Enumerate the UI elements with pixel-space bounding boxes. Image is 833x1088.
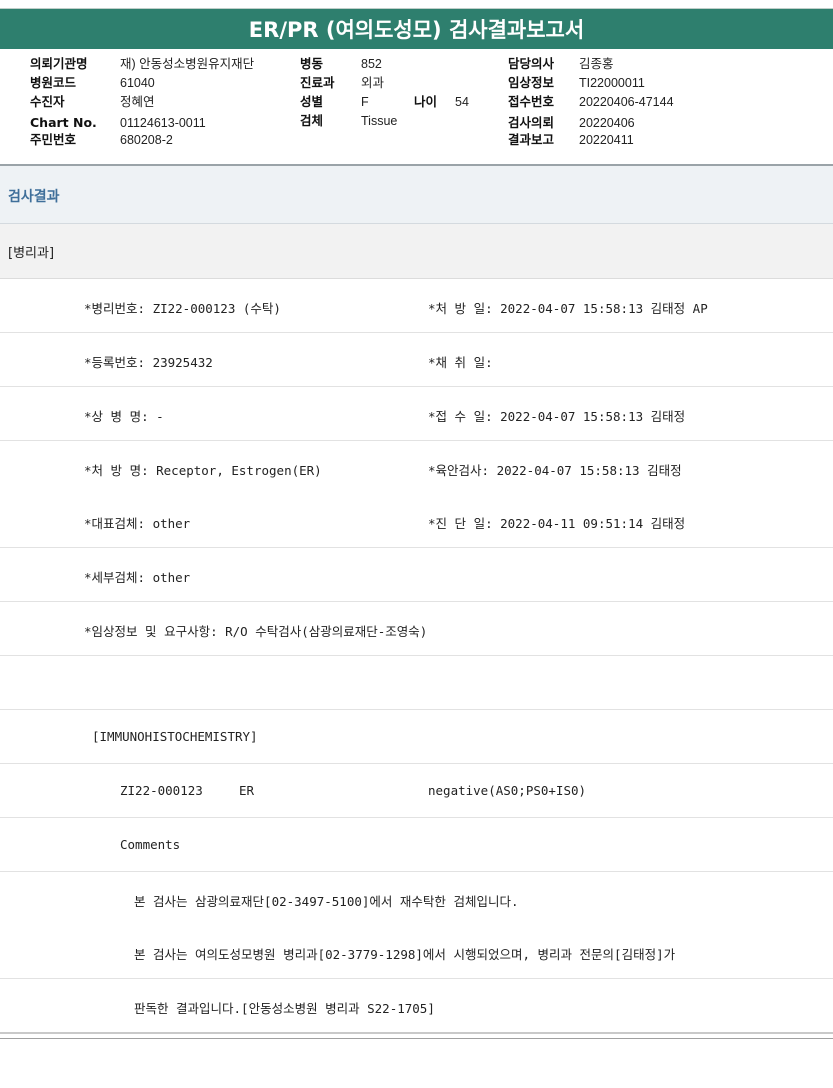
report-title: ER/PR (여의도성모) 검사결과보고서	[0, 8, 833, 49]
header-label: 수진자	[30, 94, 65, 109]
comment-line-row: 본 검사는 삼광의료재단[02-3497-5100]에서 재수탁한 검체입니다.	[0, 872, 833, 926]
comments-label: Comments	[120, 837, 181, 852]
header-label: 병동	[300, 56, 324, 71]
header-value: 정혜연	[120, 95, 155, 109]
comments-row: Comments	[0, 818, 833, 872]
header-value: F	[361, 95, 369, 109]
header-label: 임상정보	[508, 75, 555, 90]
header-label: 진료과	[300, 75, 335, 90]
department-row: [병리과]	[0, 224, 833, 279]
header-value: 20220411	[579, 133, 634, 147]
comment-line-row: 본 검사는 여의도성모병원 병리과[02-3779-1298]에서 시행되었으며…	[0, 925, 833, 979]
ihc-heading: [IMMUNOHISTOCHEMISTRY]	[92, 729, 258, 744]
header-label: 주민번호	[30, 132, 77, 147]
comment-line-row: 판독한 결과입니다.[안동성소병원 병리과 S22-1705]	[0, 979, 833, 1033]
result-row: *상 병 명: - *접 수 일: 2022-04-07 15:58:13 김태…	[0, 387, 833, 441]
header-label: 결과보고	[508, 132, 555, 147]
header-value: 01124613-0011	[120, 116, 206, 130]
result-left: *대표검체: other	[84, 516, 191, 531]
result-row: *세부검체: other	[0, 548, 833, 602]
result-left: *임상정보 및 요구사항: R/O 수탁검사(삼광의료재단-조영숙)	[84, 624, 428, 639]
header-label: 담당의사	[508, 56, 555, 71]
header-value: 680208-2	[120, 133, 173, 147]
header-label: 접수번호	[508, 94, 555, 109]
header-label: 성별	[300, 94, 324, 109]
ihc-marker: ER	[239, 783, 255, 798]
age-value: 54	[455, 95, 469, 109]
bottom-divider	[0, 1032, 833, 1034]
comment-line: 본 검사는 여의도성모병원 병리과[02-3779-1298]에서 시행되었으며…	[134, 947, 676, 962]
result-left: *세부검체: other	[84, 570, 191, 585]
result-left: *처 방 명: Receptor, Estrogen(ER)	[84, 463, 322, 478]
header-value: 20220406	[579, 116, 635, 130]
top-border	[0, 0, 833, 6]
result-left: *상 병 명: -	[84, 409, 164, 424]
header-value: 외과	[361, 76, 385, 90]
header-label: Chart No.	[30, 115, 97, 130]
header-value: 재) 안동성소병원유지재단	[120, 57, 255, 71]
result-row: *처 방 명: Receptor, Estrogen(ER) *육안검사: 20…	[0, 441, 833, 495]
header-label: 병원코드	[30, 75, 77, 90]
header-value: 61040	[120, 76, 155, 90]
header-value: Tissue	[361, 114, 398, 128]
result-right: *육안검사: 2022-04-07 15:58:13 김태정	[428, 463, 682, 478]
result-left: *등록번호: 23925432	[84, 355, 213, 370]
header-label: 검사의뢰	[508, 115, 555, 130]
result-left: *병리번호: ZI22-000123 (수탁)	[84, 301, 281, 316]
age-label: 나이	[414, 94, 438, 109]
result-right: *채 취 일:	[428, 355, 493, 370]
header-label: 검체	[300, 113, 324, 128]
header-value: 852	[361, 57, 382, 71]
ihc-path-number: ZI22-000123	[120, 783, 203, 798]
result-row: *병리번호: ZI22-000123 (수탁) *처 방 일: 2022-04-…	[0, 279, 833, 333]
header-value: 김종홍	[579, 57, 614, 71]
comment-line: 본 검사는 삼광의료재단[02-3497-5100]에서 재수탁한 검체입니다.	[134, 894, 519, 909]
header-value: TI22000011	[579, 76, 645, 90]
ihc-result: negative(AS0;PS0+IS0)	[428, 783, 587, 798]
result-row	[0, 656, 833, 710]
result-right: *진 단 일: 2022-04-11 09:51:14 김태정	[428, 516, 686, 531]
header-label: 의뢰기관명	[30, 56, 88, 71]
bottom-divider-line	[0, 1038, 833, 1039]
result-right: *접 수 일: 2022-04-07 15:58:13 김태정	[428, 409, 686, 424]
section-header: 검사결과	[0, 166, 833, 224]
result-row: *등록번호: 23925432 *채 취 일:	[0, 333, 833, 387]
header-value: 20220406-47144	[579, 95, 674, 109]
result-row: *대표검체: other *진 단 일: 2022-04-11 09:51:14…	[0, 494, 833, 548]
result-row: *임상정보 및 요구사항: R/O 수탁검사(삼광의료재단-조영숙)	[0, 602, 833, 656]
ihc-result-row: ZI22-000123 ER negative(AS0;PS0+IS0)	[0, 764, 833, 818]
department-label: [병리과]	[8, 246, 55, 261]
section-title: 검사결과	[8, 189, 60, 205]
result-right: *처 방 일: 2022-04-07 15:58:13 김태정 AP	[428, 301, 708, 316]
comment-line: 판독한 결과입니다.[안동성소병원 병리과 S22-1705]	[134, 1001, 435, 1016]
ihc-heading-row: [IMMUNOHISTOCHEMISTRY]	[0, 710, 833, 764]
